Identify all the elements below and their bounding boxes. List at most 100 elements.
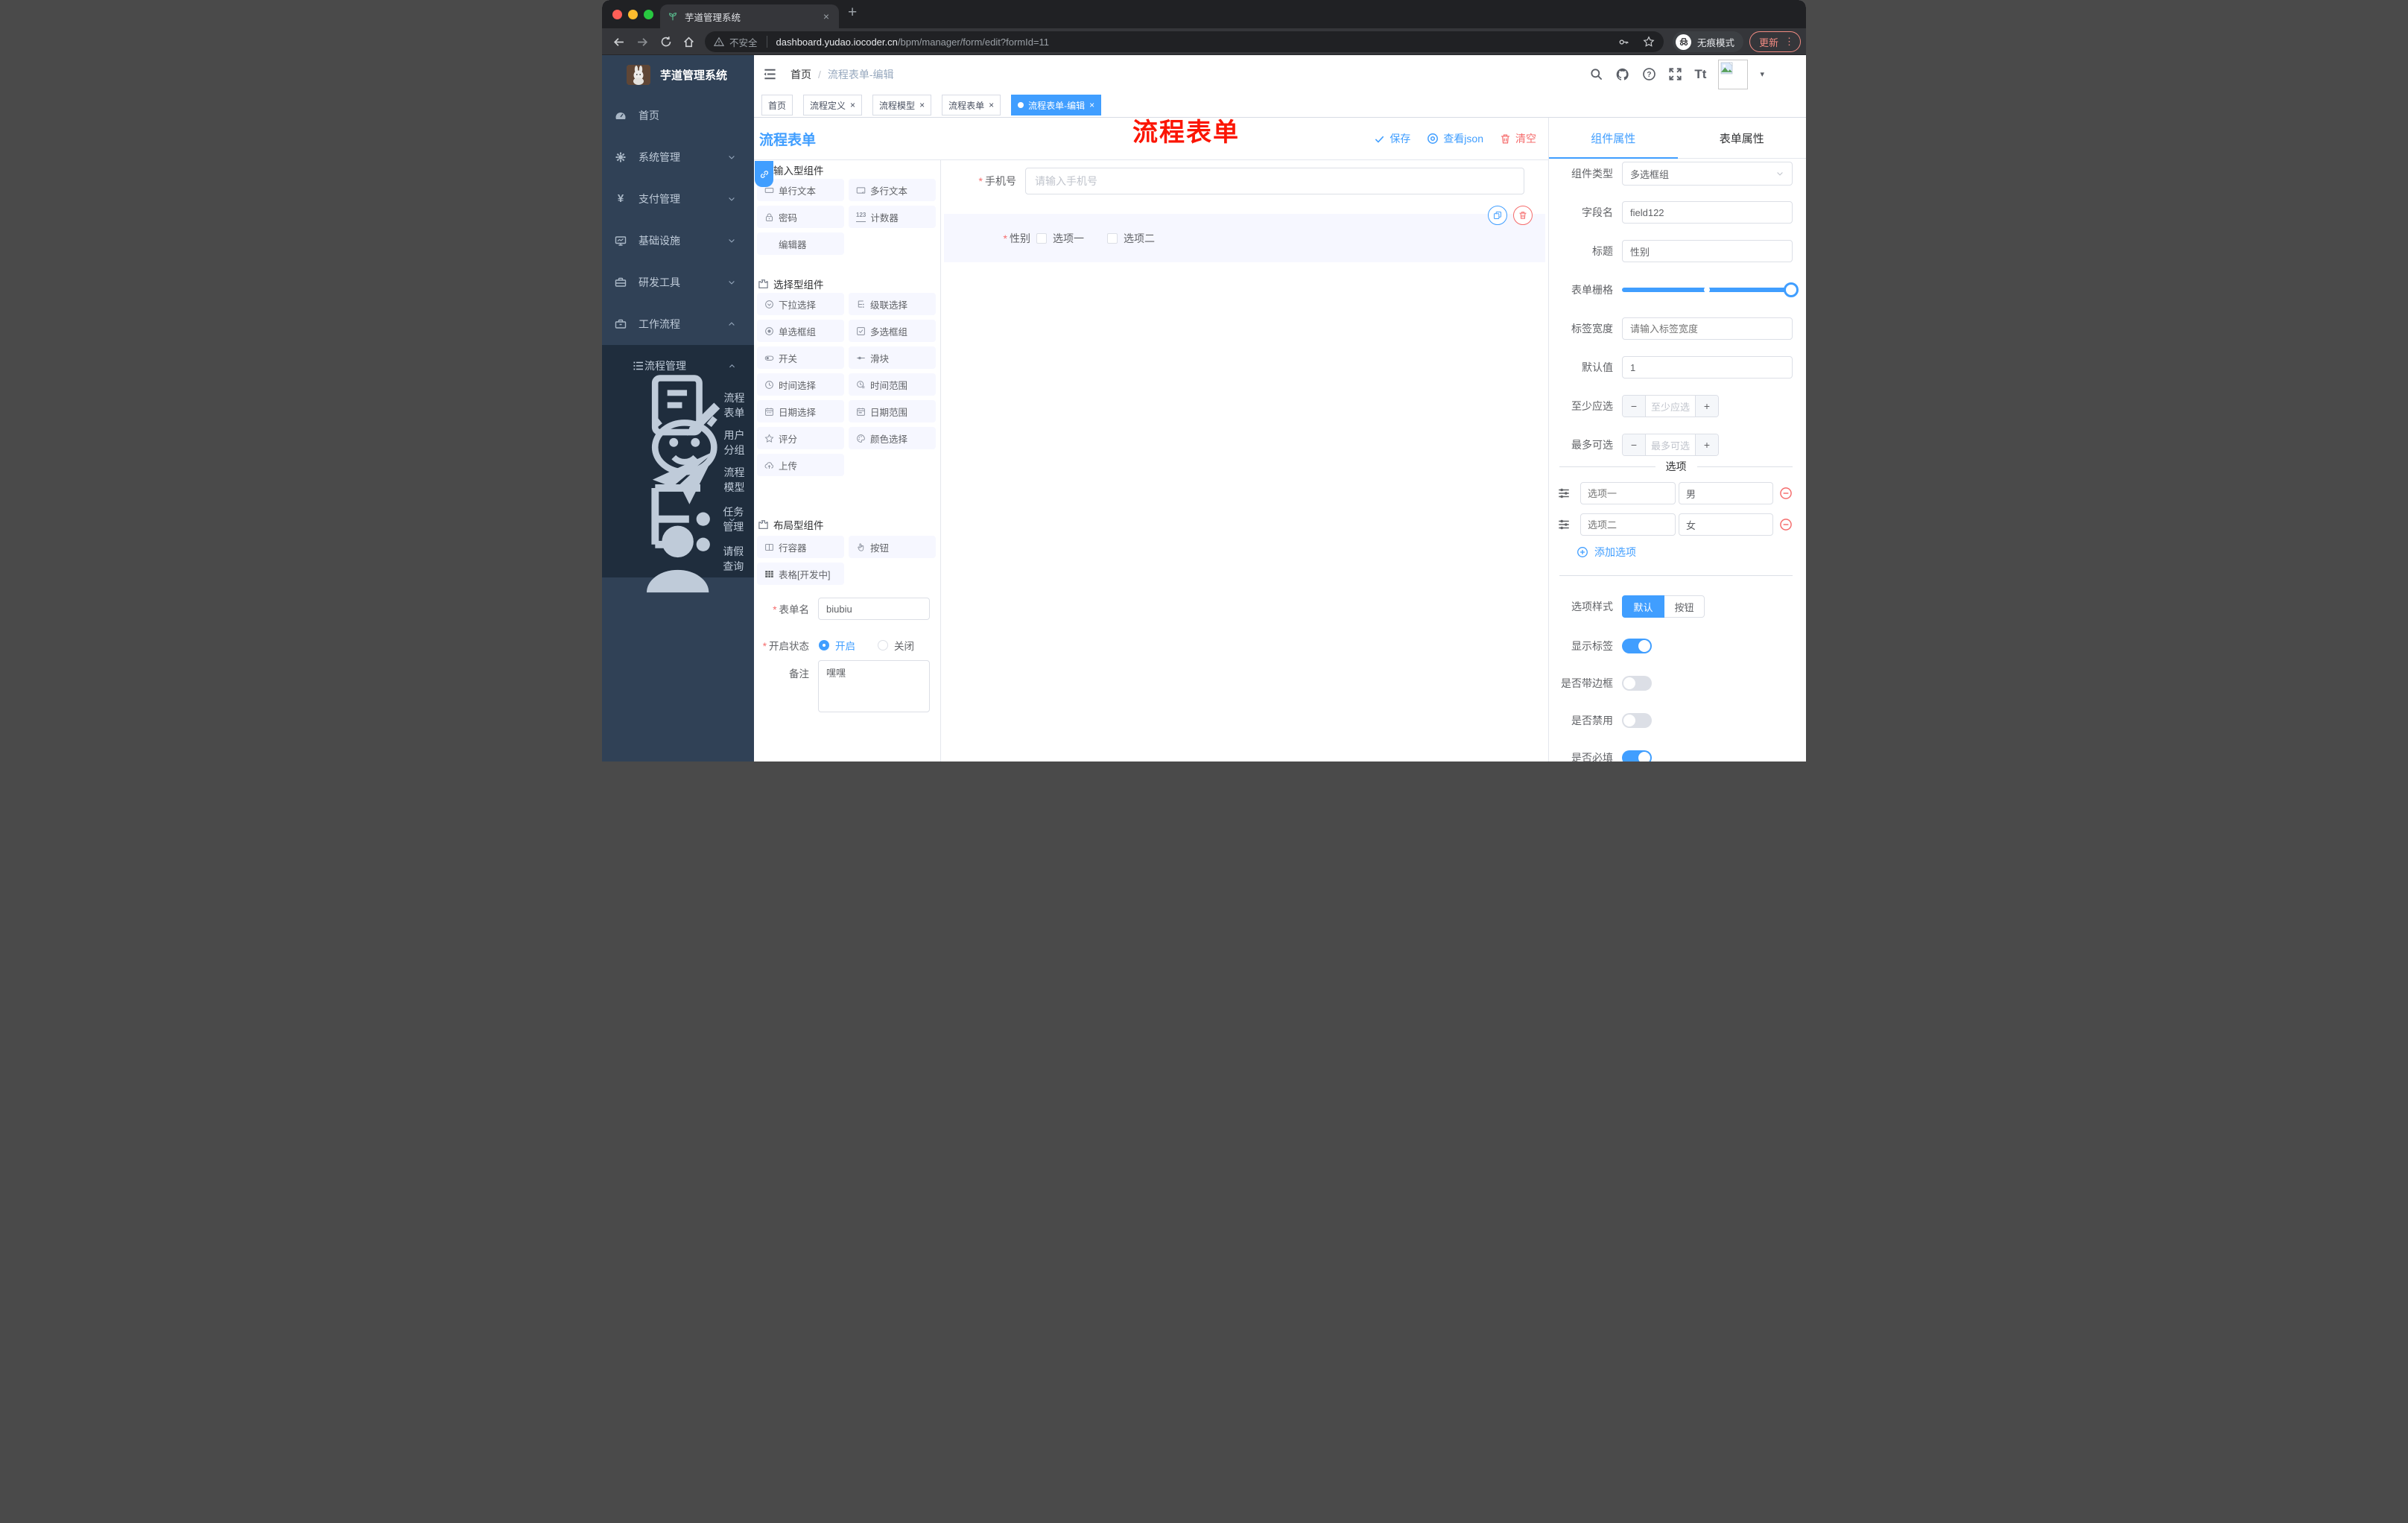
phone-input[interactable] xyxy=(1025,168,1524,194)
component-tile-button[interactable]: 按钮 xyxy=(849,536,936,558)
sidebar-item-system[interactable]: 系统管理 xyxy=(602,136,754,178)
component-tile-editor[interactable]: 编辑器 xyxy=(757,232,844,255)
avatar[interactable] xyxy=(1718,59,1749,89)
reload-icon[interactable] xyxy=(660,36,672,48)
close-tag-icon[interactable]: × xyxy=(989,100,994,110)
title-input[interactable] xyxy=(1622,240,1793,262)
font-size-icon[interactable]: Tt xyxy=(1694,67,1706,82)
component-tile-time-picker[interactable]: 时间选择 xyxy=(757,373,844,396)
add-option-button[interactable]: 添加选项 xyxy=(1577,545,1793,560)
sidebar-item-infrastructure[interactable]: 基础设施 xyxy=(602,220,754,262)
label-width-input[interactable] xyxy=(1622,317,1793,340)
component-tile-multi-text[interactable]: 多行文本 xyxy=(849,179,936,201)
avatar-caret-icon[interactable]: ▾ xyxy=(1760,69,1764,79)
home-icon[interactable] xyxy=(682,36,695,48)
minimize-window-button[interactable] xyxy=(628,10,638,19)
selected-component-gender[interactable]: * 性别 选项一 选项二 xyxy=(944,206,1545,262)
json-drawer-badge[interactable] xyxy=(755,161,773,187)
gender-option2-label[interactable]: 选项二 xyxy=(1124,231,1155,246)
remove-option-button[interactable] xyxy=(1779,486,1793,501)
slider-handle[interactable] xyxy=(1784,282,1799,297)
option2-label-input[interactable] xyxy=(1580,513,1676,536)
component-type-select[interactable]: 多选框组 xyxy=(1622,162,1793,186)
tag-process-form[interactable]: 流程表单 × xyxy=(942,95,1001,115)
component-tile-date-range[interactable]: 日期范围 xyxy=(849,400,936,422)
github-icon[interactable] xyxy=(1615,67,1630,82)
gender-option1-label[interactable]: 选项一 xyxy=(1053,231,1084,246)
back-icon[interactable] xyxy=(612,36,625,48)
option1-label-input[interactable] xyxy=(1580,482,1676,504)
copy-component-button[interactable] xyxy=(1488,206,1507,225)
tag-process-form-edit[interactable]: 流程表单-编辑 × xyxy=(1011,95,1102,115)
default-value-input[interactable] xyxy=(1622,356,1793,379)
zoom-window-button[interactable] xyxy=(644,10,653,19)
search-icon[interactable] xyxy=(1589,67,1603,81)
address-bar[interactable]: 不安全 dashboard.yudao.iocoder.cn/bpm/manag… xyxy=(705,31,1664,52)
sidebar-item-leave-query[interactable]: 请假查询 xyxy=(602,526,754,593)
browser-update-button[interactable]: 更新 ⋮ xyxy=(1749,31,1802,52)
component-tile-switch[interactable]: 开关 xyxy=(757,346,844,369)
close-tag-icon[interactable]: × xyxy=(1089,100,1094,110)
border-toggle[interactable] xyxy=(1622,676,1652,691)
tag-home[interactable]: 首页 xyxy=(761,95,793,115)
sidebar-item-workflow[interactable]: 工作流程 xyxy=(602,303,754,345)
tab-component-props[interactable]: 组件属性 xyxy=(1549,118,1678,158)
increase-button[interactable]: + xyxy=(1696,434,1718,455)
style-button-button[interactable]: 按钮 xyxy=(1664,595,1705,618)
fullscreen-icon[interactable] xyxy=(1668,67,1682,81)
component-tile-password[interactable]: 密码 xyxy=(757,206,844,228)
breadcrumb-home[interactable]: 首页 xyxy=(790,67,811,82)
close-tag-icon[interactable]: × xyxy=(850,100,855,110)
forward-icon[interactable] xyxy=(636,36,649,48)
close-tag-icon[interactable]: × xyxy=(919,100,925,110)
remove-option-button[interactable] xyxy=(1779,517,1793,532)
close-window-button[interactable] xyxy=(612,10,622,19)
option2-value-input[interactable] xyxy=(1679,513,1773,536)
form-grid-slider[interactable] xyxy=(1622,282,1799,297)
sidebar-item-home[interactable]: 首页 xyxy=(602,95,754,136)
component-tile-checkbox-group[interactable]: 多选框组 xyxy=(849,320,936,342)
decrease-button[interactable]: − xyxy=(1623,434,1645,455)
phone-field-row[interactable]: * 手机号 xyxy=(941,168,1548,194)
disabled-toggle[interactable] xyxy=(1622,713,1652,728)
style-default-button[interactable]: 默认 xyxy=(1622,595,1664,618)
close-tab-icon[interactable]: × xyxy=(821,10,831,22)
status-off-label[interactable]: 关闭 xyxy=(894,638,914,653)
component-tile-table[interactable]: 表格[开发中] xyxy=(757,563,844,585)
component-tile-slider[interactable]: 滑块 xyxy=(849,346,936,369)
component-tile-select[interactable]: 下拉选择 xyxy=(757,293,844,315)
sidebar-item-payment[interactable]: ¥ 支付管理 xyxy=(602,178,754,220)
component-tile-counter[interactable]: 123 计数器 xyxy=(849,206,936,228)
tab-form-props[interactable]: 表单属性 xyxy=(1678,118,1807,158)
increase-button[interactable]: + xyxy=(1696,396,1718,417)
view-json-button[interactable]: 查看json xyxy=(1427,131,1483,146)
field-name-input[interactable] xyxy=(1622,201,1793,224)
drag-handle-icon[interactable] xyxy=(1557,487,1571,500)
browser-tab[interactable]: 芋道管理系统 × xyxy=(660,4,839,28)
delete-component-button[interactable] xyxy=(1513,206,1533,225)
bookmark-star-icon[interactable] xyxy=(1643,36,1655,48)
component-tile-date-picker[interactable]: 日期选择 xyxy=(757,400,844,422)
form-remark-textarea[interactable]: 嘿嘿 xyxy=(818,660,930,712)
component-tile-upload[interactable]: 上传 xyxy=(757,454,844,476)
component-tile-time-range[interactable]: 时间范围 xyxy=(849,373,936,396)
save-button[interactable]: 保存 xyxy=(1374,131,1410,146)
gender-option1-checkbox[interactable] xyxy=(1036,232,1047,244)
gender-option2-checkbox[interactable] xyxy=(1107,232,1118,244)
component-tile-row-container[interactable]: 行容器 xyxy=(757,536,844,558)
clear-button[interactable]: 清空 xyxy=(1500,131,1536,146)
browser-menu-kebab-icon[interactable]: ⋮ xyxy=(1784,36,1794,48)
tag-process-model[interactable]: 流程模型 × xyxy=(872,95,932,115)
sidebar-logo[interactable]: 芋道管理系统 xyxy=(602,55,754,95)
new-tab-button[interactable]: + xyxy=(848,4,857,22)
max-select-value[interactable]: 最多可选 xyxy=(1645,434,1696,455)
drag-handle-icon[interactable] xyxy=(1557,518,1571,531)
tag-process-definition[interactable]: 流程定义 × xyxy=(803,95,863,115)
component-tile-cascader[interactable]: 级联选择 xyxy=(849,293,936,315)
required-toggle[interactable] xyxy=(1622,750,1652,762)
decrease-button[interactable]: − xyxy=(1623,396,1645,417)
component-tile-rate[interactable]: 评分 xyxy=(757,427,844,449)
help-icon[interactable]: ? xyxy=(1642,67,1656,81)
sidebar-item-devtools[interactable]: 研发工具 xyxy=(602,262,754,303)
status-on-radio[interactable] xyxy=(819,640,829,650)
